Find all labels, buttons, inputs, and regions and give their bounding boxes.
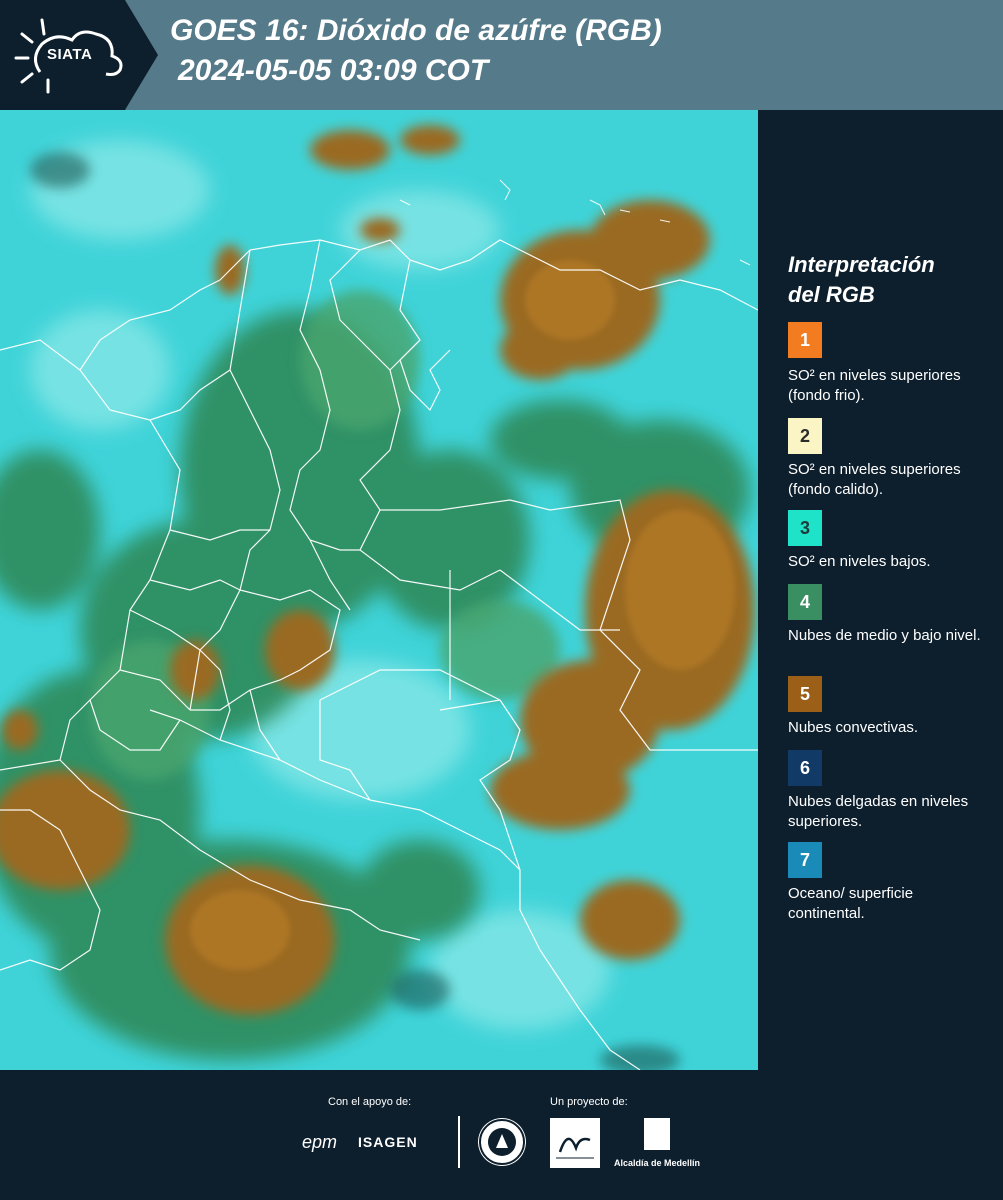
legend-title-line1: Interpretación — [788, 252, 935, 277]
legend-swatch-3: 3 — [788, 510, 822, 546]
siata-logo: SIATA — [0, 0, 158, 110]
legend-swatch-6: 6 — [788, 750, 822, 786]
alcaldia-shield-icon — [644, 1118, 670, 1150]
legend-swatch-7: 7 — [788, 842, 822, 878]
project-label: Un proyecto de: — [550, 1096, 628, 1108]
satellite-image — [0, 110, 758, 1070]
legend-swatch-1: 1 — [788, 322, 822, 358]
legend-label-5: Nubes convectivas. — [788, 719, 919, 736]
isagen-logo: ISAGEN — [358, 1134, 418, 1150]
page-timestamp: 2024-05-05 03:09 COT — [178, 54, 489, 87]
medellin-seal-icon — [478, 1118, 526, 1166]
alcaldia-label: Alcaldía de Medellín — [613, 1158, 701, 1168]
support-label: Con el apoyo de: — [328, 1096, 412, 1108]
area-metropolitana-logo — [550, 1118, 600, 1168]
legend-swatch-4: 4 — [788, 584, 822, 620]
legend-title-line2: del RGB — [788, 282, 875, 307]
logo-text: SIATA — [47, 46, 93, 63]
satellite-map — [0, 110, 758, 1070]
legend-title: Interpretación del RGB — [788, 250, 988, 310]
footer: Con el apoyo de: Un proyecto de: epm ISA… — [0, 1070, 1003, 1200]
legend-label-4: Nubes de medio y bajo nivel. — [788, 627, 981, 644]
legend-label-6: Nubes delgadas en niveles superiores. — [788, 793, 969, 830]
legend-label-2: SO² en niveles superiores (fondo calido)… — [788, 461, 961, 498]
legend-swatch-5: 5 — [788, 676, 822, 712]
page-title: GOES 16: Dióxido de azúfre (RGB) — [170, 14, 662, 47]
header-bar: SIATA GOES 16: Dióxido de azúfre (RGB) 2… — [0, 0, 1003, 110]
legend-label-3: SO² en niveles bajos. — [788, 553, 931, 570]
legend-label-1: SO² en niveles superiores (fondo frio). — [788, 367, 961, 404]
alcaldia-logo: Alcaldía de Medellín — [612, 1118, 702, 1174]
footer-divider — [458, 1116, 460, 1168]
legend-label-7: Oceano/ superficie continental. — [788, 885, 914, 922]
legend-panel: Interpretación del RGB 1 SO² en niveles … — [762, 110, 1003, 1070]
epm-logo: epm — [302, 1132, 338, 1152]
legend-swatch-2: 2 — [788, 418, 822, 454]
